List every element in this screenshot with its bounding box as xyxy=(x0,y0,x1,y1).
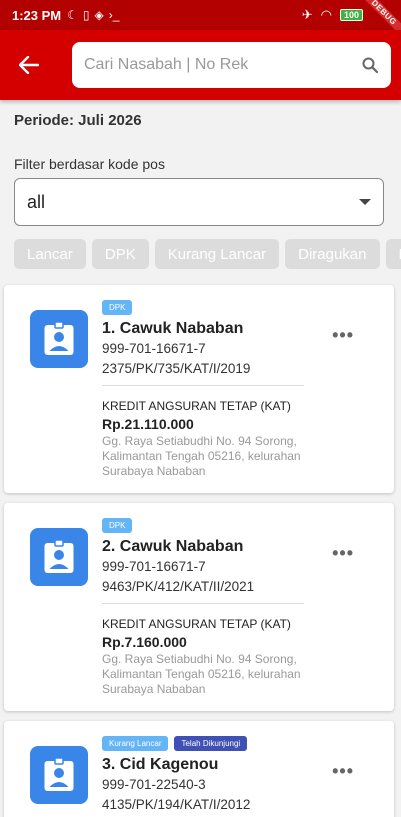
status-badge: DPK xyxy=(102,300,133,315)
account-number: 999-701-16671-7 xyxy=(102,559,206,574)
more-options-icon[interactable]: ••• xyxy=(332,543,354,564)
customer-address: Gg. Raya Setiabudhi No. 94 Sorong, Kalim… xyxy=(102,652,301,696)
status-badge: DPK xyxy=(102,518,133,533)
customer-card[interactable]: ••• DPK 1. Cawuk Nababan 999-701-16671-7… xyxy=(4,285,394,493)
customer-name: 1. Cawuk Nababan xyxy=(102,320,244,337)
contact-badge-icon xyxy=(30,310,88,368)
chip-diragukan[interactable]: Diragukan xyxy=(285,239,380,269)
periode-label: Periode: Juli 2026 xyxy=(14,112,142,129)
search-input[interactable] xyxy=(84,56,361,74)
status-time: 1:23 PM xyxy=(12,7,62,23)
search-bar[interactable] xyxy=(72,42,391,88)
chip-lancar[interactable]: Lancar xyxy=(14,239,86,269)
status-badge: Kurang Lancar xyxy=(102,736,169,751)
back-arrow-icon xyxy=(19,56,39,74)
battery-icon: 100 xyxy=(339,9,363,21)
app-header xyxy=(0,30,401,100)
dropdown-value: all xyxy=(27,191,46,212)
status-notification-icons: ☾ ▯ ◈ ›_ xyxy=(67,8,119,22)
chip-macet[interactable]: Macet xyxy=(385,239,401,269)
customer-name: 2. Cawuk Nababan xyxy=(102,538,244,555)
divider xyxy=(102,603,304,604)
visited-badge: Telah Dikunjungi xyxy=(174,736,248,751)
chip-kurang-lancar[interactable]: Kurang Lancar xyxy=(154,239,280,269)
customer-name: 3. Cid Kagenou xyxy=(102,756,219,773)
app-icon: ◈ xyxy=(94,8,104,22)
account-number: 999-701-22540-3 xyxy=(102,777,206,792)
search-icon[interactable] xyxy=(361,56,379,74)
credit-amount: Rp.7.160.000 xyxy=(102,634,187,650)
customer-card[interactable]: ••• DPK 2. Cawuk Nababan 999-701-16671-7… xyxy=(4,503,394,711)
dropdown-caret-icon xyxy=(359,199,371,205)
contact-badge-icon xyxy=(30,528,88,586)
more-options-icon[interactable]: ••• xyxy=(332,325,354,346)
moon-icon: ☾ xyxy=(67,8,78,22)
chip-dpk[interactable]: DPK xyxy=(91,239,149,269)
filter-label: Filter berdasar kode pos xyxy=(14,156,165,172)
divider xyxy=(102,385,304,386)
contract-number: 4135/PK/194/KAT/I/2012 xyxy=(102,797,251,812)
status-filter-chips: Lancar DPK Kurang Lancar Diragukan Macet xyxy=(14,239,401,269)
credit-amount: Rp.21.110.000 xyxy=(102,416,194,432)
contract-number: 2375/PK/735/KAT/I/2019 xyxy=(102,361,251,376)
credit-type: KREDIT ANGSURAN TETAP (KAT) xyxy=(102,399,291,413)
customer-card[interactable]: ••• Kurang Lancar Telah Dikunjungi 3. Ci… xyxy=(4,721,394,817)
more-options-icon[interactable]: ••• xyxy=(332,761,354,782)
contact-badge-icon xyxy=(30,746,88,804)
back-button[interactable] xyxy=(16,52,42,78)
terminal-icon: ›_ xyxy=(108,8,120,22)
wifi-icon: ◠ xyxy=(320,7,332,22)
sim-icon: ▯ xyxy=(82,8,90,22)
airplane-icon: ✈ xyxy=(301,7,313,22)
customer-address: Gg. Raya Setiabudhi No. 94 Sorong, Kalim… xyxy=(102,434,301,478)
credit-type: KREDIT ANGSURAN TETAP (KAT) xyxy=(102,617,291,631)
postal-code-dropdown[interactable]: all xyxy=(14,178,384,226)
contract-number: 9463/PK/412/KAT/II/2021 xyxy=(102,579,255,594)
account-number: 999-701-16671-7 xyxy=(102,341,206,356)
status-bar: 1:23 PM ☾ ▯ ◈ ›_ ✈ ◠ 100 DEBUG xyxy=(0,0,401,41)
